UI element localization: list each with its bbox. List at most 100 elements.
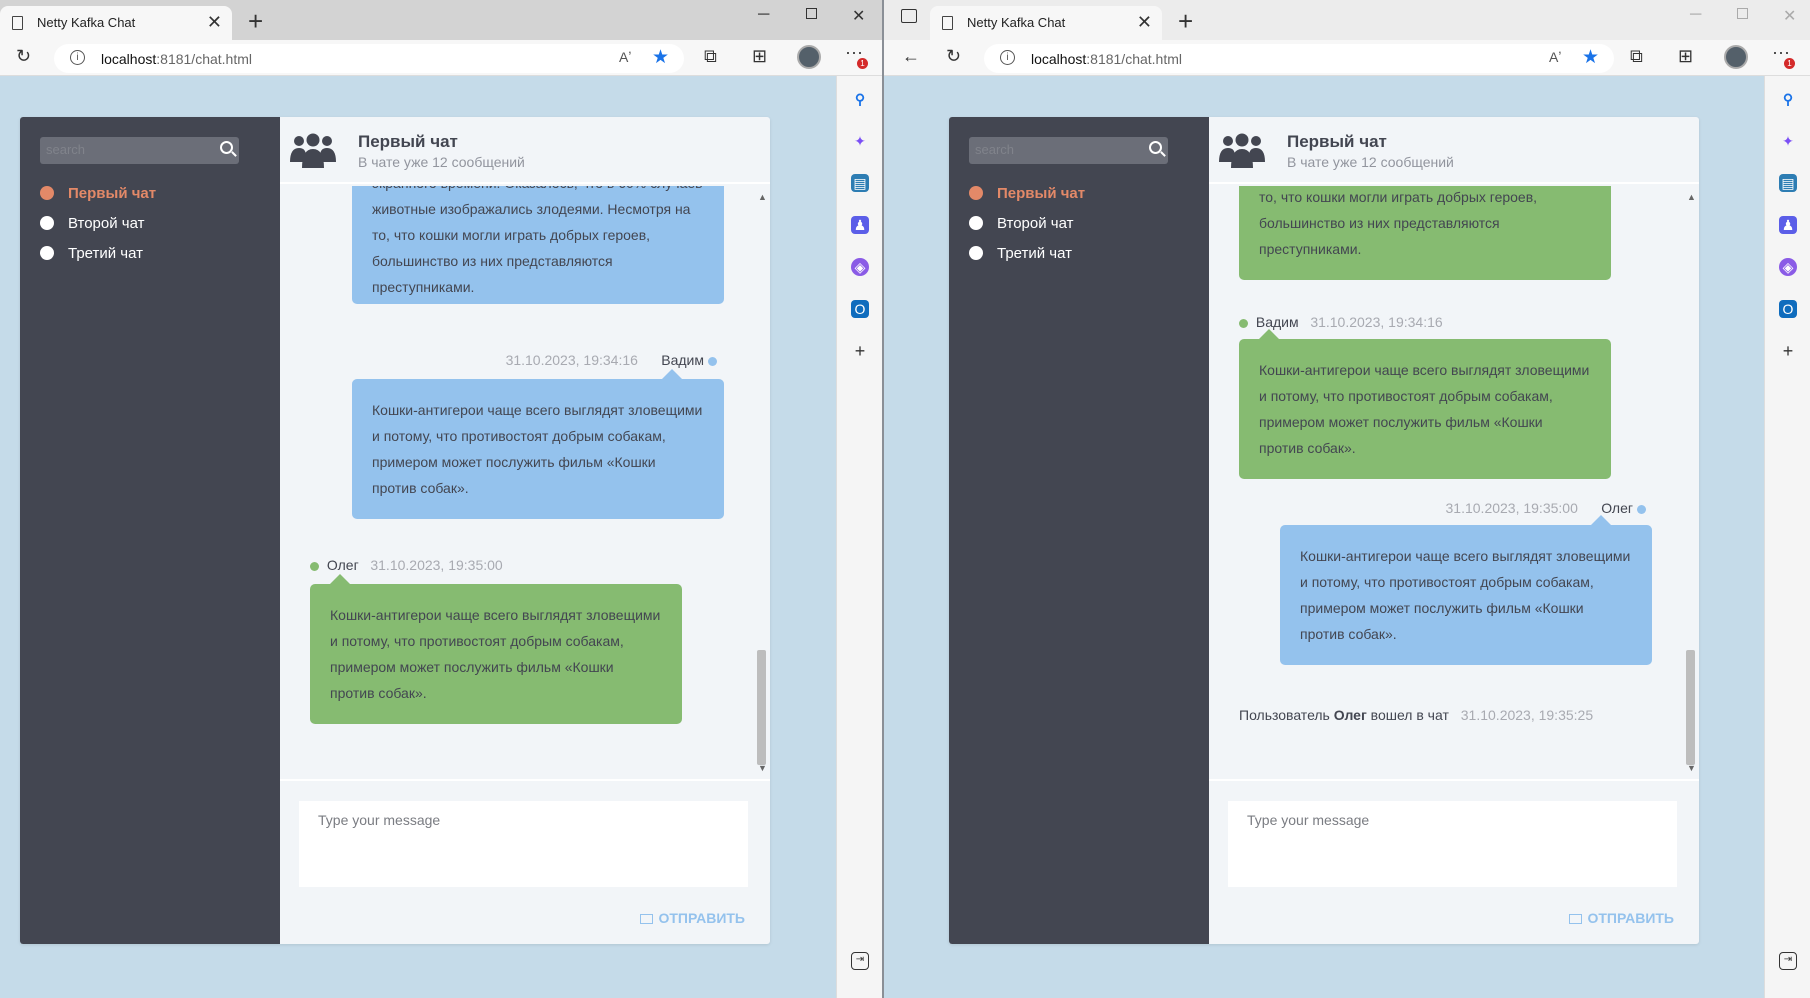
browser-window-right: Netty Kafka Chat ✕ + ─ ✕ ← ↻ i localhost… (884, 0, 1810, 998)
message-composer: Отправить (1209, 779, 1699, 944)
browser-toolbar: ← ↻ i localhost:8181/chat.html Aʼ ★ ⧉ ⊞ … (884, 40, 1810, 76)
maximize-icon[interactable] (1737, 8, 1748, 19)
search-input[interactable] (46, 142, 206, 157)
info-icon[interactable]: i (1000, 50, 1015, 65)
chat-status-dot (40, 246, 54, 260)
tab-actions-icon[interactable] (901, 9, 917, 23)
scroll-up-arrow[interactable]: ▲ (1687, 192, 1696, 202)
send-button[interactable]: Отправить (640, 910, 745, 926)
add-sidebar-plus-icon[interactable]: + (851, 342, 869, 360)
minimize-icon[interactable]: ─ (758, 6, 769, 24)
new-tab-plus-icon[interactable]: + (248, 6, 263, 37)
profile-avatar[interactable] (1724, 45, 1748, 69)
chat-message-count: В чате уже 12 сообщений (1287, 154, 1454, 170)
refresh-icon[interactable]: ↻ (16, 46, 31, 67)
chat-status-dot (969, 216, 983, 230)
tools-icon[interactable]: ▤ (1779, 174, 1797, 192)
browser-sidebar: ⚲ ✦ ▤ ♟ ◈ O + ⇥ (836, 76, 882, 998)
search-icon[interactable]: ⚲ (851, 90, 869, 108)
system-message-prefix: Пользователь (1239, 707, 1330, 723)
read-aloud-icon[interactable]: Aʼ (1549, 49, 1561, 65)
microsoft365-icon[interactable]: ◈ (851, 258, 869, 276)
message-bubble: экранного времени. Оказалось, что в 60% … (352, 186, 724, 304)
online-dot (708, 356, 717, 366)
search-input[interactable] (975, 142, 1135, 157)
online-dot (310, 561, 319, 571)
scroll-up-arrow[interactable]: ▲ (758, 192, 767, 202)
outlook-icon[interactable]: O (851, 300, 869, 318)
window-close-icon[interactable]: ✕ (852, 6, 865, 26)
page-icon (942, 16, 953, 30)
chat-history[interactable]: экранного времени. Оказалось, что в 60% … (280, 186, 770, 779)
refresh-icon[interactable]: ↻ (946, 46, 961, 67)
message-time: 31.10.2023, 19:35:00 (1445, 500, 1578, 516)
extensions-icon[interactable]: ⧉ (1630, 46, 1643, 67)
tab-title: Netty Kafka Chat (967, 15, 1066, 30)
collections-icon[interactable]: ⊞ (752, 46, 767, 67)
online-dot (1637, 504, 1646, 514)
search-icon[interactable] (220, 141, 233, 154)
address-bar[interactable]: i localhost:8181/chat.html Aʼ ★ (984, 44, 1614, 73)
page-icon (12, 16, 23, 30)
notification-badge: 1 (857, 58, 868, 69)
search-icon[interactable]: ⚲ (1779, 90, 1797, 108)
envelope-icon (640, 914, 654, 924)
copilot-icon[interactable]: ✦ (851, 132, 869, 150)
chat-item-label: Третий чат (997, 245, 1072, 262)
favorite-star-icon[interactable]: ★ (652, 46, 669, 69)
favorite-star-icon[interactable]: ★ (1582, 46, 1599, 69)
window-close-icon[interactable]: ✕ (1783, 6, 1796, 26)
envelope-icon (1569, 914, 1583, 924)
notification-badge: 1 (1784, 58, 1795, 69)
message-input[interactable] (1228, 801, 1677, 887)
scrollbar[interactable]: ▲ ▼ (755, 192, 768, 773)
bubble-tail (1591, 505, 1611, 525)
chat-header: Первый чат В чате уже 12 сообщений (1209, 117, 1699, 184)
tab-close-icon[interactable]: ✕ (207, 12, 222, 33)
collections-icon[interactable]: ⊞ (1678, 46, 1693, 67)
new-tab-plus-icon[interactable]: + (1178, 6, 1193, 37)
scrollbar[interactable]: ▲ ▼ (1684, 192, 1697, 773)
message-composer: Отправить (280, 779, 770, 944)
send-button[interactable]: Отправить (1569, 910, 1674, 926)
tab-close-icon[interactable]: ✕ (1137, 12, 1152, 33)
add-sidebar-plus-icon[interactable]: + (1779, 342, 1797, 360)
copilot-icon[interactable]: ✦ (1779, 132, 1797, 150)
hide-sidebar-icon[interactable]: ⇥ (1779, 952, 1797, 970)
hide-sidebar-icon[interactable]: ⇥ (851, 952, 869, 970)
outlook-icon[interactable]: O (1779, 300, 1797, 318)
message-bubble: то, что кошки могли играть добрых героев… (1239, 186, 1611, 280)
browser-tab[interactable]: Netty Kafka Chat ✕ (0, 6, 232, 40)
message-meta: 31.10.2023, 19:34:16 Вадим (506, 352, 721, 368)
chat-item-label: Первый чат (68, 185, 157, 202)
browser-sidebar: ⚲ ✦ ▤ ♟ ◈ O + ⇥ (1764, 76, 1810, 998)
games-icon[interactable]: ♟ (1779, 216, 1797, 234)
games-icon[interactable]: ♟ (851, 216, 869, 234)
tools-icon[interactable]: ▤ (851, 174, 869, 192)
scroll-thumb[interactable] (757, 650, 766, 765)
tab-strip: Netty Kafka Chat ✕ + ─ ✕ (0, 0, 882, 40)
microsoft365-icon[interactable]: ◈ (1779, 258, 1797, 276)
address-bar[interactable]: i localhost:8181/chat.html Aʼ ★ (54, 44, 684, 73)
scroll-down-arrow[interactable]: ▼ (1687, 763, 1696, 773)
system-message: Пользователь Олег вошел в чат 31.10.2023… (1239, 707, 1593, 723)
read-aloud-icon[interactable]: Aʼ (619, 49, 631, 65)
maximize-icon[interactable] (806, 8, 817, 19)
chat-status-dot (969, 186, 983, 200)
extensions-icon[interactable]: ⧉ (704, 46, 717, 67)
browser-toolbar: ↻ i localhost:8181/chat.html Aʼ ★ ⧉ ⊞ ··… (0, 40, 882, 76)
profile-avatar[interactable] (797, 45, 821, 69)
scroll-thumb[interactable] (1686, 650, 1695, 765)
chat-title: Первый чат (1287, 132, 1387, 151)
chat-history[interactable]: то, что кошки могли играть добрых героев… (1209, 186, 1699, 779)
browser-tab[interactable]: Netty Kafka Chat ✕ (930, 6, 1162, 40)
group-icon (290, 133, 336, 168)
info-icon[interactable]: i (70, 50, 85, 65)
message-input[interactable] (299, 801, 748, 887)
minimize-icon[interactable]: ─ (1690, 6, 1701, 24)
search-icon[interactable] (1149, 141, 1162, 154)
message-bubble: Кошки-антигерои чаще всего выглядят злов… (352, 379, 724, 519)
group-icon (1219, 133, 1265, 168)
scroll-down-arrow[interactable]: ▼ (758, 763, 767, 773)
back-icon[interactable]: ← (902, 46, 920, 67)
